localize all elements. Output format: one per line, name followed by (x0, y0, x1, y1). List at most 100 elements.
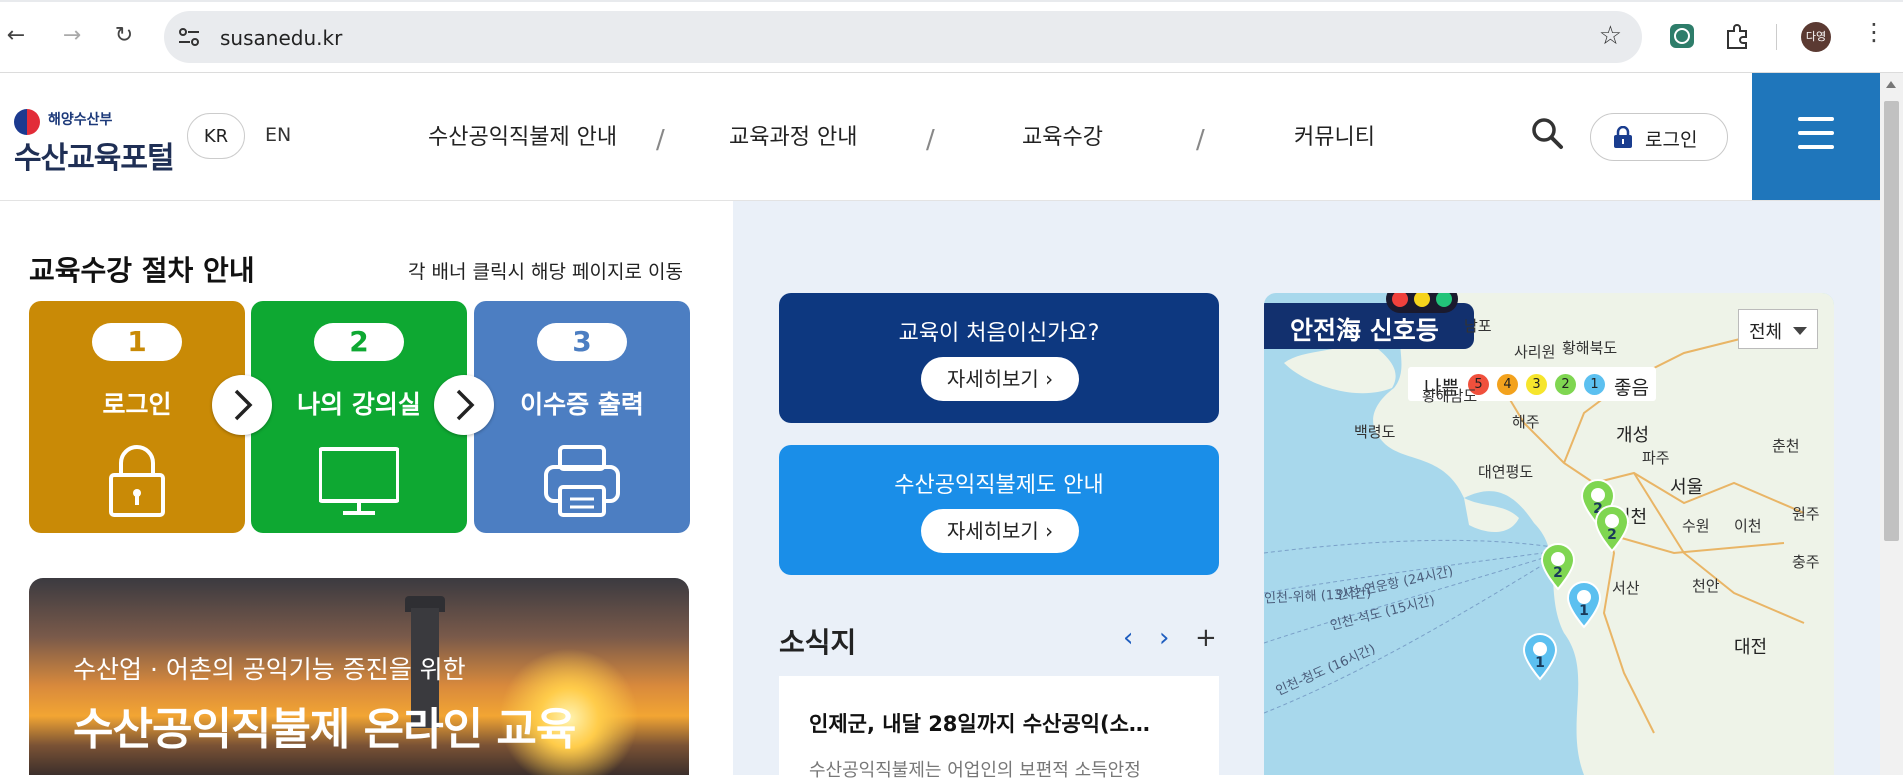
browser-menu-icon[interactable]: ⋮ (1862, 18, 1886, 46)
url-text[interactable]: susanedu.kr (220, 26, 342, 50)
nav-item-courses[interactable]: 교육과정 안내 (729, 119, 857, 151)
map-place-label: 서울 (1670, 477, 1704, 498)
signal-pin[interactable]: 2 (1594, 505, 1630, 553)
map-place-label: 서산 (1612, 579, 1640, 597)
pin-level-label: 1 (1579, 603, 1589, 619)
address-bar[interactable]: susanedu.kr ☆ (164, 11, 1642, 63)
direct-payment-question: 수산공익직불제도 안내 (894, 473, 1104, 498)
map-place-label: 이천 (1734, 517, 1762, 535)
toolbar-divider (1776, 24, 1777, 50)
direct-payment-more-button[interactable]: 자세히보기 › (921, 509, 1079, 553)
step-number: 3 (537, 323, 627, 361)
lock-icon (109, 445, 165, 517)
map-place-label: 수원 (1682, 517, 1710, 535)
nav-item-enrollment[interactable]: 교육수강 (1022, 119, 1103, 151)
news-card[interactable]: 인제군, 내달 28일까지 수산공익(소… 수산공익직불제는 어업인의 보편적 … (779, 676, 1219, 781)
chevron-right-icon (434, 375, 494, 435)
map-place-label: 백령도 (1354, 423, 1396, 441)
login-button[interactable]: 로그인 (1590, 113, 1728, 161)
extension-icon[interactable] (1667, 21, 1697, 51)
nav-item-community[interactable]: 커뮤니티 (1294, 119, 1375, 151)
first-time-question: 교육이 처음이신가요? (898, 321, 1100, 346)
news-next-icon[interactable]: › (1159, 623, 1169, 653)
region-filter-value: 전체 (1749, 322, 1783, 343)
chevron-right-icon (212, 375, 272, 435)
scroll-up-arrow-icon[interactable] (1886, 81, 1896, 88)
news-prev-icon[interactable]: ‹ (1123, 623, 1133, 653)
map-place-label: 원주 (1792, 505, 1820, 523)
red-light (1392, 293, 1408, 307)
search-icon[interactable] (1530, 116, 1564, 150)
map-place-label: 대전 (1734, 637, 1768, 658)
signal-pin[interactable]: 1 (1522, 633, 1558, 681)
chevron-down-icon (1793, 327, 1807, 335)
map-pin-icon: 1 (1522, 633, 1558, 681)
government-emblem-icon (14, 109, 40, 135)
signal-map-title: 안전海 신호등 (1290, 316, 1439, 345)
map-place-label: 파주 (1642, 449, 1670, 467)
news-excerpt: 수산공익직불제는 어업인의 보편적 소득안정 (809, 760, 1141, 781)
extensions-puzzle-icon[interactable] (1722, 21, 1752, 51)
forward-icon[interactable]: → (58, 22, 86, 50)
menu-bar-icon (1798, 131, 1834, 135)
step-login[interactable]: 1 로그인 (29, 301, 245, 533)
news-more-icon[interactable]: + (1195, 623, 1217, 653)
map-place-label: 남포 (1464, 317, 1492, 335)
back-icon[interactable]: ← (2, 22, 30, 50)
step-my-classroom[interactable]: 2 나의 강의실 (251, 301, 467, 533)
bookmark-star-icon[interactable]: ☆ (1599, 21, 1622, 51)
lang-kr-button[interactable]: KR (187, 113, 245, 159)
traffic-light-icon (1386, 293, 1458, 313)
banner-title: 수산공익직불제 온라인 교육 (73, 704, 576, 755)
map-place-label: 충주 (1792, 553, 1820, 571)
portal-name: 수산교육포털 (14, 141, 175, 176)
map-place-label: 춘천 (1772, 437, 1800, 455)
map-place-label: 해주 (1512, 413, 1540, 431)
menu-bar-icon (1798, 117, 1834, 121)
region-filter-select[interactable]: 전체 (1738, 309, 1818, 349)
hamburger-menu-button[interactable] (1752, 73, 1880, 200)
legend-level-3: 3 (1526, 374, 1547, 395)
nav-separator: / (656, 125, 665, 155)
printer-icon (544, 445, 620, 517)
map-place-label: 사리원 (1514, 343, 1556, 361)
signal-pin[interactable]: 1 (1566, 581, 1602, 629)
browser-toolbar: ← → ↻ susanedu.kr ☆ 다영 ⋮ (0, 0, 1903, 73)
site-header: 해양수산부 수산교육포털 KR EN 수산공익직불제 안내 / 교육과정 안내 … (0, 73, 1880, 201)
reload-icon[interactable]: ↻ (110, 22, 138, 50)
direct-payment-panel[interactable]: 수산공익직불제도 안내 자세히보기 › (779, 445, 1219, 575)
nav-separator: / (926, 125, 935, 155)
map-place-label: 개성 (1616, 425, 1650, 446)
map-pin-icon: 2 (1594, 505, 1630, 553)
map-pin-icon: 1 (1566, 581, 1602, 629)
nav-item-direct-payment[interactable]: 수산공익직불제 안내 (428, 119, 617, 151)
news-headline[interactable]: 인제군, 내달 28일까지 수산공익(소… (809, 708, 1150, 738)
procedure-title: 교육수강 절차 안내 (29, 254, 255, 287)
site-settings-icon[interactable] (178, 27, 200, 47)
map-place-label: 황해남도 (1422, 387, 1478, 405)
legend-level-4: 4 (1497, 374, 1518, 395)
map-place-label: 천안 (1692, 577, 1720, 595)
page-scrollbar[interactable] (1880, 73, 1903, 775)
step-number: 1 (92, 323, 182, 361)
monitor-icon (319, 447, 399, 515)
online-education-banner[interactable]: 수산업 · 어촌의 공익기능 증진을 위한 수산공익직불제 온라인 교육 (29, 578, 689, 775)
first-time-more-button[interactable]: 자세히보기 › (921, 357, 1079, 401)
pin-level-label: 2 (1553, 565, 1563, 581)
banner-subtitle: 수산업 · 어촌의 공익기능 증진을 위한 (73, 655, 466, 684)
profile-avatar[interactable]: 다영 (1801, 22, 1831, 52)
legend-good-label: 좋음 (1614, 377, 1649, 399)
yellow-light (1414, 293, 1430, 307)
left-column: 교육수강 절차 안내 각 배너 클릭시 해당 페이지로 이동 1 로그인 2 나… (0, 201, 733, 775)
safety-signal-map[interactable]: 안전海 신호등 전체 나쁨 5 4 3 2 1 좋음 남포 사리원 황해북도 황… (1264, 293, 1834, 775)
newsletter-title: 소식지 (779, 626, 857, 659)
green-light (1436, 293, 1452, 307)
login-label: 로그인 (1645, 129, 1698, 151)
scrollbar-thumb[interactable] (1884, 101, 1899, 541)
step-certificate[interactable]: 3 이수증 출력 (474, 301, 690, 533)
map-place-label: 대연평도 (1478, 463, 1534, 481)
lang-en-button[interactable]: EN (265, 124, 291, 146)
right-column: 교육이 처음이신가요? 자세히보기 › 수산공익직불제도 안내 자세히보기 › … (733, 201, 1880, 781)
first-time-panel[interactable]: 교육이 처음이신가요? 자세히보기 › (779, 293, 1219, 423)
lock-icon (1614, 126, 1632, 148)
